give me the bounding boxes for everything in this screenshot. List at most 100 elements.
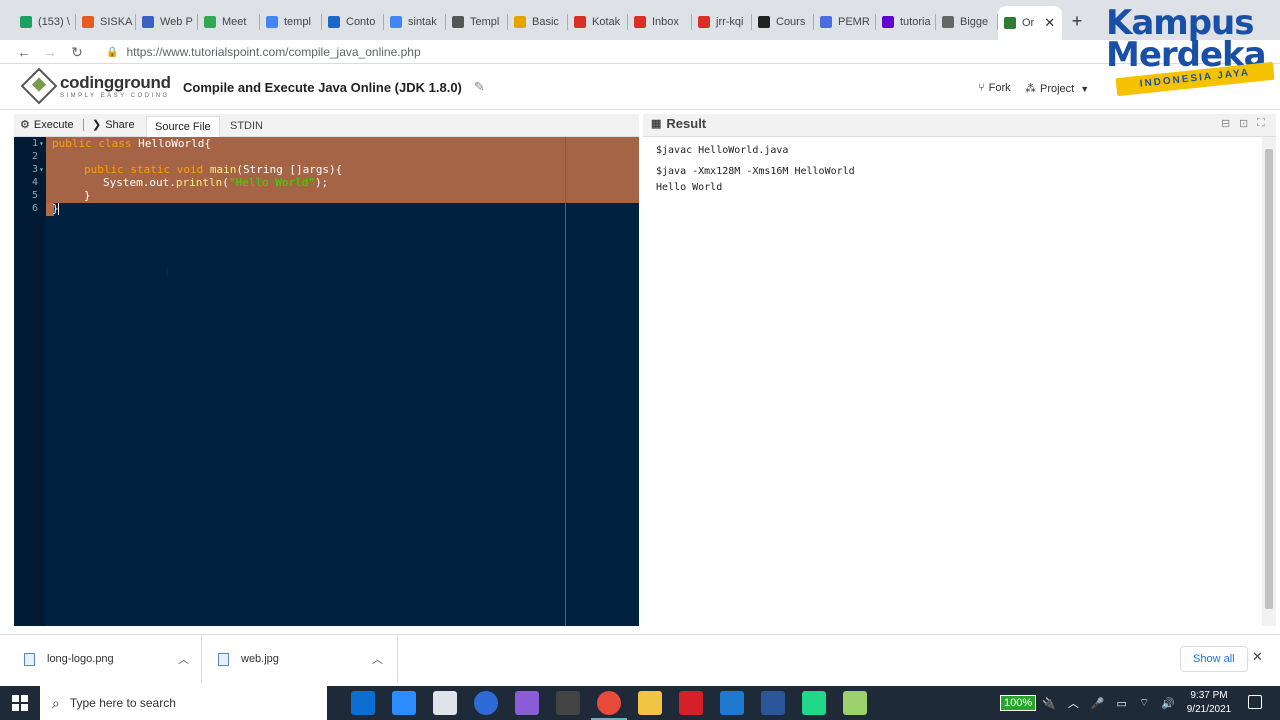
- tab-label: Inbox: [652, 16, 679, 28]
- tab-label: SISKA: [100, 16, 133, 28]
- line-number: 4: [31, 177, 38, 188]
- codingground-logo[interactable]: codingground SIMPLY EASY CODING: [20, 67, 171, 105]
- line-number: 2: [31, 151, 38, 162]
- taskbar-search[interactable]: ⌕ Type here to search: [40, 686, 327, 720]
- windows-icon: [12, 695, 28, 711]
- new-tab-button[interactable]: +: [1066, 10, 1088, 32]
- show-all-button[interactable]: Show all: [1180, 646, 1248, 672]
- browser-tab[interactable]: PEMR: [814, 8, 876, 36]
- project-menu-button[interactable]: ⁂ Project ▼: [1025, 82, 1089, 96]
- browser-tab[interactable]: sintak: [384, 8, 446, 36]
- result-scrollbar[interactable]: [1262, 137, 1276, 626]
- tab-source-file[interactable]: Source File: [146, 116, 220, 137]
- code-text: HelloWorld{: [131, 137, 211, 150]
- tab-label: Meet: [222, 16, 247, 28]
- windows-taskbar: ⌕ Type here to search 100% 🔌 ︿ 🎤 ▭ ⌔ 🔊 9…: [0, 686, 1280, 720]
- browser-tab[interactable]: Conto: [322, 8, 384, 36]
- tab-favicon-icon: [142, 16, 154, 28]
- vscode-icon[interactable]: [720, 691, 744, 715]
- browser-tab[interactable]: Basic: [508, 8, 568, 36]
- tab-label: PEMR: [838, 16, 870, 28]
- tab-label: Kotak: [592, 16, 621, 28]
- fold-icon[interactable]: ▾: [39, 165, 44, 174]
- scrollbar-thumb[interactable]: [1265, 149, 1273, 609]
- execute-button[interactable]: ⚙ Execute: [20, 118, 74, 132]
- maximize-pane-icon[interactable]: ⛶: [1257, 117, 1265, 130]
- network-icon[interactable]: ⌔: [1139, 696, 1149, 710]
- chevron-up-icon[interactable]: ︿: [372, 651, 383, 667]
- pen-app-icon[interactable]: [515, 691, 539, 715]
- tab-label: Cours: [776, 16, 806, 28]
- notification-icon[interactable]: [1248, 695, 1262, 709]
- browser-tab[interactable]: tutoria: [876, 8, 936, 36]
- share-button[interactable]: ❯ Share: [92, 118, 135, 132]
- word-icon[interactable]: [761, 691, 785, 715]
- pycharm-icon[interactable]: [802, 691, 826, 715]
- browser-tab[interactable]: jrr-kqi: [692, 8, 752, 36]
- tab-label: Bigge: [960, 16, 989, 28]
- chevron-up-icon[interactable]: ︿: [178, 651, 189, 667]
- forward-icon[interactable]: →: [40, 42, 60, 62]
- download-item[interactable]: long-logo.png ︿: [0, 635, 202, 683]
- restore-pane-icon[interactable]: ⊡: [1239, 117, 1248, 130]
- code-string: "Hello World": [228, 176, 315, 189]
- tab-stdin[interactable]: STDIN: [222, 116, 271, 137]
- browser-tab[interactable]: Templ: [446, 8, 508, 36]
- mail-icon[interactable]: [433, 691, 457, 715]
- code-editor[interactable]: 1 2 3 4 5 6 ▾ ▾ public class HelloWorld{…: [14, 137, 639, 626]
- browser-tab[interactable]: Cours: [752, 8, 814, 36]
- edge-icon[interactable]: [351, 691, 375, 715]
- fold-icon[interactable]: ▾: [39, 139, 44, 148]
- file-icon: [24, 652, 35, 666]
- browser-tab[interactable]: Meet: [198, 8, 260, 36]
- edit-title-icon[interactable]: ✎: [474, 79, 485, 95]
- i-beam-cursor-icon: I: [166, 265, 170, 279]
- file-explorer-icon[interactable]: [638, 691, 662, 715]
- execute-label: Execute: [33, 118, 74, 131]
- tab-label: (153) \: [38, 16, 70, 28]
- tab-favicon-icon: [266, 16, 278, 28]
- browser-tab[interactable]: Or ✕: [998, 6, 1062, 40]
- whatsapp-icon[interactable]: [474, 691, 498, 715]
- android-studio-icon[interactable]: [843, 691, 867, 715]
- logo-tagline: SIMPLY EASY CODING: [60, 92, 170, 99]
- clock-date: 9/21/2021: [1186, 704, 1232, 715]
- browser-tab[interactable]: Web P: [136, 8, 198, 36]
- chrome-icon[interactable]: [591, 691, 627, 720]
- close-tab-icon[interactable]: ✕: [1044, 15, 1055, 31]
- kampus-merdeka-logo: Kampus Merdeka INDONESIA JAYA: [1104, 4, 1276, 97]
- tab-favicon-icon: [514, 16, 526, 28]
- browser-tab[interactable]: (153) \: [14, 8, 76, 36]
- chevron-up-icon[interactable]: ︿: [1068, 695, 1079, 711]
- codingground-logo-icon: [20, 67, 58, 105]
- browser-tab[interactable]: SISKA: [76, 8, 136, 36]
- clock-time: 9:37 PM: [1190, 690, 1228, 701]
- taskbar-clock[interactable]: 9:37 PM 9/21/2021: [1184, 689, 1234, 717]
- browser-tab[interactable]: Bigge: [936, 8, 998, 36]
- reload-icon[interactable]: ↻: [67, 42, 87, 62]
- code-text: (: [222, 176, 229, 189]
- browser-tab[interactable]: Kotak: [568, 8, 628, 36]
- unity-icon[interactable]: [556, 691, 580, 715]
- acrobat-icon[interactable]: [679, 691, 703, 715]
- battery-percent[interactable]: 100%: [1000, 695, 1037, 711]
- close-icon[interactable]: ✕: [1252, 649, 1263, 665]
- start-button[interactable]: [0, 686, 40, 720]
- editor-toolbar: ⚙ Execute ❯ Share Source File STDIN: [14, 114, 639, 137]
- zoom-icon[interactable]: [392, 691, 416, 715]
- minimize-pane-icon[interactable]: ⊟: [1221, 117, 1230, 130]
- tab-label: Templ: [470, 16, 500, 28]
- fork-button[interactable]: ⑂ Fork: [978, 82, 1011, 94]
- fork-label: Fork: [988, 82, 1011, 94]
- volume-icon[interactable]: 🔊: [1161, 697, 1175, 710]
- back-icon[interactable]: ←: [14, 42, 34, 62]
- search-placeholder: Type here to search: [69, 696, 176, 710]
- browser-tab[interactable]: templ: [260, 8, 322, 36]
- browser-tab[interactable]: Inbox: [628, 8, 692, 36]
- gear-icon: ⚙: [20, 119, 30, 131]
- battery-icon[interactable]: ▭: [1117, 697, 1127, 710]
- address-bar[interactable]: 🔒 https://www.tutorialspoint.com/compile…: [98, 42, 1098, 62]
- terminal-icon: ▦: [651, 118, 662, 130]
- code-text: System.out.: [103, 176, 176, 189]
- download-item[interactable]: web.jpg ︿: [202, 635, 398, 683]
